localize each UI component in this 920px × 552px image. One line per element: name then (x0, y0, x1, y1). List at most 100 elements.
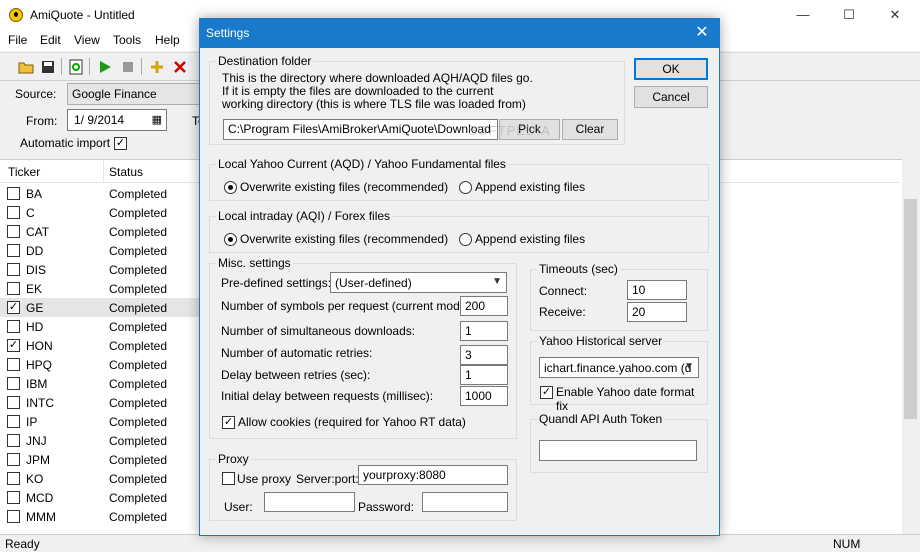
ticker-checkbox[interactable] (7, 415, 20, 428)
symbols-per-request-input[interactable]: 200 (460, 296, 508, 316)
list-item[interactable]: MCD Completed (0, 488, 200, 507)
ticker-checkbox[interactable] (7, 225, 20, 238)
use-proxy-label[interactable]: Use proxy (237, 472, 291, 486)
list-item[interactable]: CAT Completed (0, 222, 200, 241)
list-item[interactable]: ✓ HON Completed (0, 336, 200, 355)
intraday-append-radio[interactable] (459, 233, 472, 246)
intraday-overwrite-radio[interactable] (224, 233, 237, 246)
minimize-button[interactable]: — (780, 0, 826, 31)
yahoo-date-fix-checkbox[interactable]: ✓ (540, 386, 553, 399)
yahoo-append-radio[interactable] (459, 181, 472, 194)
list-scrollbar[interactable] (902, 159, 919, 534)
list-item[interactable]: C Completed (0, 203, 200, 222)
refresh-icon[interactable] (66, 57, 86, 77)
connect-timeout-input[interactable]: 10 (627, 280, 687, 300)
scrollbar-thumb[interactable] (904, 199, 917, 419)
predefined-select[interactable]: (User-defined) ▼ (330, 272, 507, 293)
list-item[interactable]: ✓ GE Completed (0, 298, 200, 317)
ticker-checkbox[interactable] (7, 187, 20, 200)
yahoo-overwrite-radio[interactable] (224, 181, 237, 194)
stop-icon[interactable] (118, 57, 138, 77)
list-item[interactable]: INTC Completed (0, 393, 200, 412)
ticker-checkbox[interactable] (7, 282, 20, 295)
ticker-checkbox[interactable] (7, 377, 20, 390)
yahoo-server-select[interactable]: ichart.finance.yahoo.com (d ▼ (539, 357, 699, 378)
list-item[interactable]: EK Completed (0, 279, 200, 298)
cancel-button[interactable]: Cancel (634, 86, 708, 108)
from-date-picker[interactable]: 1/ 9/2014 ▦ (67, 109, 167, 131)
status-cell: Completed (109, 434, 168, 448)
play-icon[interactable] (95, 57, 115, 77)
menu-tools[interactable]: Tools (113, 33, 141, 47)
menu-view[interactable]: View (74, 33, 100, 47)
yahoo-date-fix-label[interactable]: Enable Yahoo date format fix (556, 385, 707, 413)
list-item[interactable]: DIS Completed (0, 260, 200, 279)
receive-timeout-input[interactable]: 20 (627, 302, 687, 322)
ticker-checkbox[interactable]: ✓ (7, 339, 20, 352)
allow-cookies-checkbox[interactable]: ✓ (222, 416, 235, 429)
automatic-retries-input[interactable]: 3 (460, 345, 508, 365)
ticker-checkbox[interactable] (7, 206, 20, 219)
quandl-token-input[interactable] (539, 440, 697, 461)
menu-edit[interactable]: Edit (40, 33, 61, 47)
connect-label: Connect: (539, 284, 588, 298)
yahoo-overwrite-label[interactable]: Overwrite existing files (recommended) (240, 180, 448, 194)
list-item[interactable]: JNJ Completed (0, 431, 200, 450)
list-item[interactable]: MMM Completed (0, 507, 200, 526)
list-item[interactable]: KO Completed (0, 469, 200, 488)
initial-delay-input[interactable]: 1000 (460, 386, 508, 406)
ticker-checkbox[interactable] (7, 263, 20, 276)
list-item[interactable]: BA Completed (0, 184, 200, 203)
list-item[interactable]: JPM Completed (0, 450, 200, 469)
status-cell: Completed (109, 510, 168, 524)
list-item[interactable]: IP Completed (0, 412, 200, 431)
destination-path-input[interactable]: C:\Program Files\AmiBroker\AmiQuote\Down… (223, 119, 498, 140)
column-divider[interactable] (103, 160, 104, 183)
close-button[interactable]: ✕ (872, 0, 918, 31)
simultaneous-downloads-input[interactable]: 1 (460, 321, 508, 341)
intraday-append-label[interactable]: Append existing files (475, 232, 585, 246)
auto-import-label: Automatic import (20, 136, 111, 150)
dialog-close-button[interactable]: ✕ (685, 19, 719, 48)
source-select[interactable]: Google Finance (67, 83, 207, 105)
list-item[interactable]: HD Completed (0, 317, 200, 336)
destination-desc-3: working directory (this is where TLS fil… (222, 97, 526, 111)
ticker-checkbox[interactable]: ✓ (7, 301, 20, 314)
proxy-password-input[interactable] (422, 492, 508, 512)
from-label: From: (26, 114, 58, 128)
proxy-user-input[interactable] (264, 492, 355, 512)
ticker-checkbox[interactable] (7, 453, 20, 466)
clear-button[interactable]: Clear (562, 119, 618, 140)
list-item[interactable]: HPQ Completed (0, 355, 200, 374)
calendar-icon[interactable]: ▦ (152, 113, 162, 126)
use-proxy-checkbox[interactable] (222, 472, 235, 485)
ticker-checkbox[interactable] (7, 434, 20, 447)
auto-import-checkbox[interactable]: ✓ (114, 137, 127, 150)
column-status[interactable]: Status (109, 165, 143, 179)
ticker-checkbox[interactable] (7, 491, 20, 504)
ok-button[interactable]: OK (634, 58, 708, 80)
delete-icon[interactable] (170, 57, 190, 77)
ticker-checkbox[interactable] (7, 244, 20, 257)
ticker-checkbox[interactable] (7, 472, 20, 485)
open-folder-icon[interactable] (16, 57, 36, 77)
allow-cookies-label[interactable]: Allow cookies (required for Yahoo RT dat… (238, 415, 466, 429)
save-icon[interactable] (38, 57, 58, 77)
yahoo-append-label[interactable]: Append existing files (475, 180, 585, 194)
ticker-checkbox[interactable] (7, 358, 20, 371)
retry-delay-input[interactable]: 1 (460, 365, 508, 385)
chevron-down-icon: ▼ (684, 361, 694, 372)
add-icon[interactable] (147, 57, 167, 77)
column-ticker[interactable]: Ticker (8, 165, 40, 179)
intraday-overwrite-label[interactable]: Overwrite existing files (recommended) (240, 232, 448, 246)
symbols-per-request-label: Number of symbols per request (current m… (221, 299, 474, 313)
ticker-checkbox[interactable] (7, 396, 20, 409)
menu-file[interactable]: File (8, 33, 27, 47)
maximize-button[interactable]: ☐ (826, 0, 872, 31)
proxy-server-input[interactable]: yourproxy:8080 (358, 465, 508, 485)
list-item[interactable]: DD Completed (0, 241, 200, 260)
ticker-checkbox[interactable] (7, 320, 20, 333)
ticker-checkbox[interactable] (7, 510, 20, 523)
menu-help[interactable]: Help (155, 33, 180, 47)
list-item[interactable]: IBM Completed (0, 374, 200, 393)
